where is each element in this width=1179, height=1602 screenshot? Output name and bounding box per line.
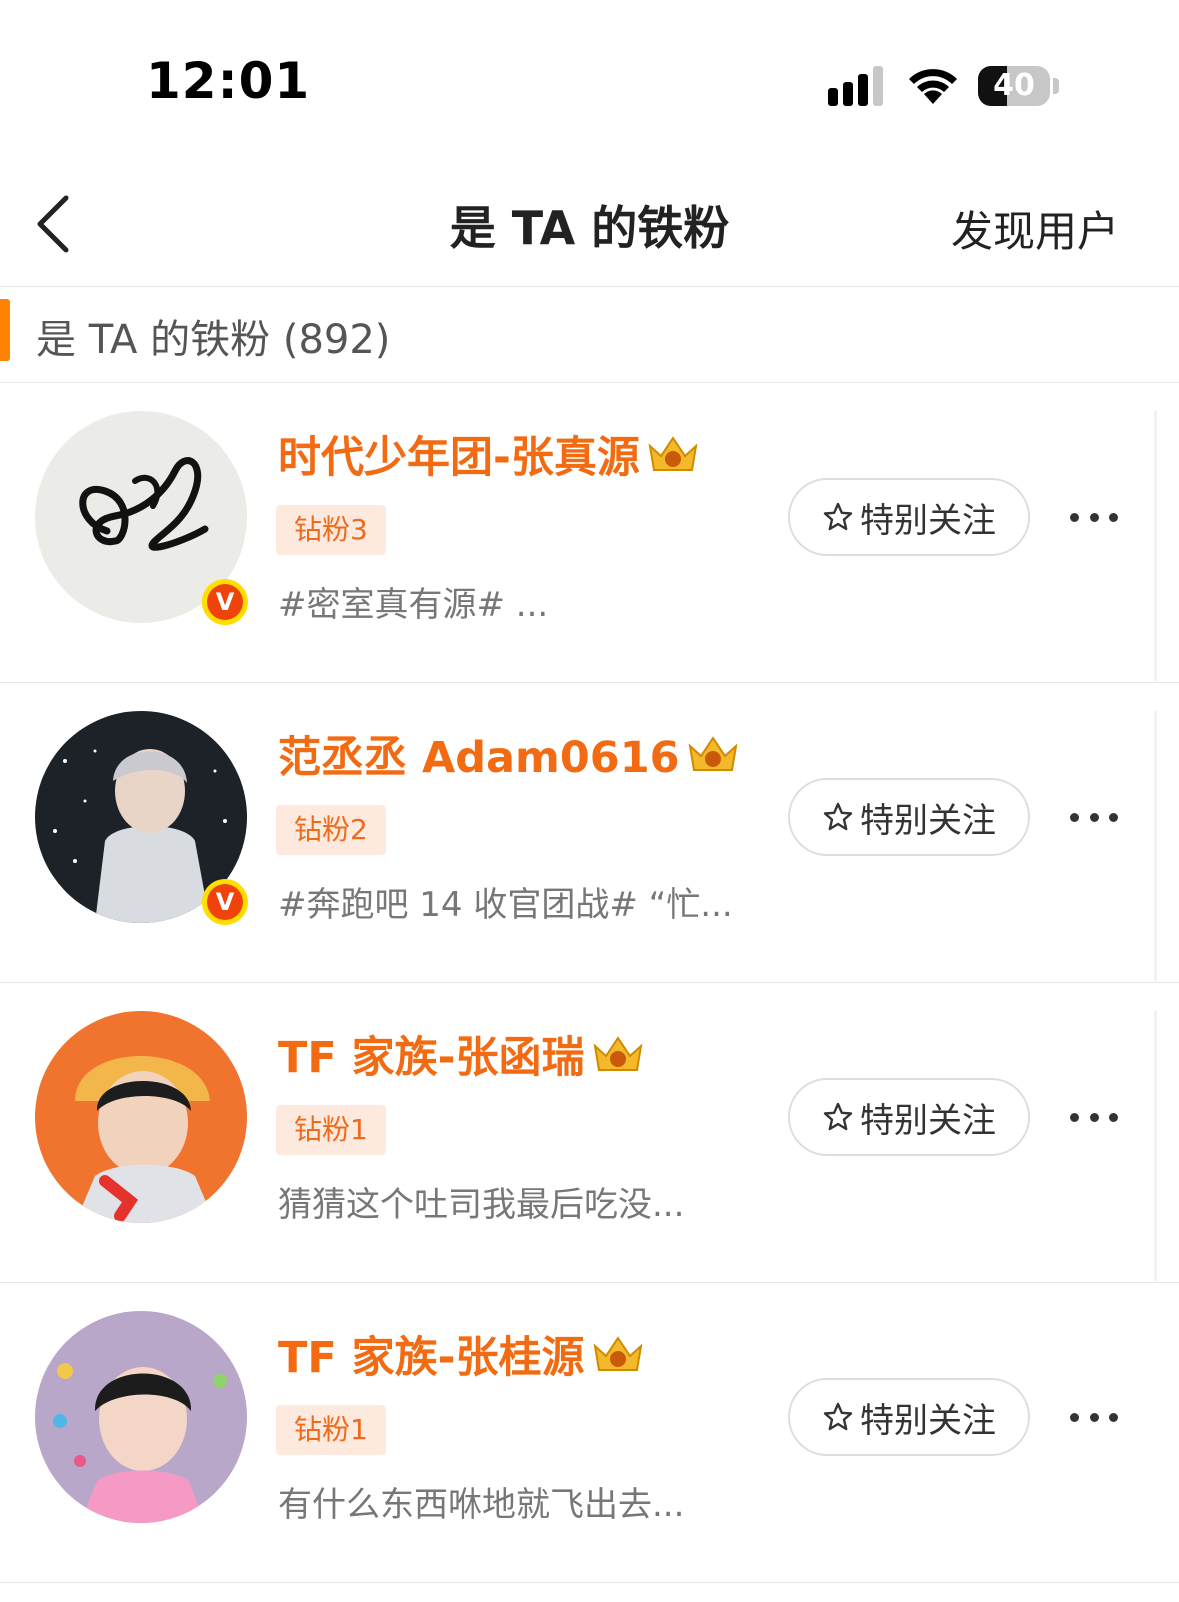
signal-icon [828,66,883,106]
more-dot [1089,1112,1099,1122]
more-dot [1070,1412,1079,1422]
verified-icon: V [207,884,243,920]
more-dot [1109,1112,1118,1122]
crown-icon [648,436,698,471]
section-accent-bar [0,299,10,361]
more-options-button[interactable] [1070,1099,1118,1135]
user-name[interactable]: TF 家族-张函瑞 [278,1023,585,1085]
avatar-image [35,1011,247,1223]
more-dot [1089,512,1099,522]
avatar[interactable] [35,1311,247,1523]
star-icon [823,1102,853,1131]
verified-badge: V [202,879,248,925]
scroll-edge [1154,411,1157,681]
crown-icon [593,1336,642,1371]
star-icon [823,502,853,531]
crown-icon [688,736,737,771]
fan-list: V 时代少年团-张真源 钻粉3 #密室真有源# ... 特别关注 V 范丞丞 A… [0,383,1179,1583]
more-dot [1070,1112,1079,1122]
name-line: TF 家族-张桂源 [278,1323,645,1385]
avatar-image [35,1311,247,1523]
user-name[interactable]: TF 家族-张桂源 [278,1323,585,1385]
special-follow-button[interactable]: 特别关注 [788,478,1030,556]
more-options-button[interactable] [1070,799,1118,835]
section-header: 是 TA 的铁粉 (892) [0,287,1179,383]
list-item[interactable]: TF 家族-张函瑞 钻粉1 猜猜这个吐司我最后吃没... 特别关注 [0,983,1179,1283]
list-item[interactable]: V 范丞丞 Adam0616 钻粉2 #奔跑吧 14 收官团战# “忙... 特… [0,683,1179,983]
name-line: TF 家族-张函瑞 [278,1023,645,1085]
verified-icon: V [207,584,243,620]
section-title: 是 TA 的铁粉 (892) [36,317,391,363]
star-icon [823,802,853,831]
battery-icon: 40 [978,66,1050,106]
more-dot [1089,812,1099,822]
user-description: #密室真有源# ... [278,585,549,625]
user-description: 猜猜这个吐司我最后吃没... [278,1185,685,1225]
name-line: 范丞丞 Adam0616 [278,723,740,785]
scroll-edge [1154,1011,1157,1281]
user-description: #奔跑吧 14 收官团战# “忙... [278,885,733,925]
special-follow-button[interactable]: 特别关注 [788,1378,1030,1456]
fan-level-badge: 钻粉1 [276,1405,386,1455]
battery-level: 40 [993,68,1035,103]
crown-icon [593,1036,642,1071]
avatar[interactable] [35,1011,247,1223]
fan-level-badge: 钻粉1 [276,1105,386,1155]
more-dot [1109,1412,1118,1422]
follow-label: 特别关注 [860,1100,996,1141]
more-options-button[interactable] [1070,1399,1118,1435]
list-item[interactable]: TF 家族-张桂源 钻粉1 有什么东西咻地就飞出去... 特别关注 [0,1283,1179,1583]
follow-label: 特别关注 [860,500,996,541]
fan-level-badge: 钻粉2 [276,805,386,855]
status-time: 12:01 [146,52,311,110]
user-description: 有什么东西咻地就飞出去... [278,1485,685,1525]
discover-users-button[interactable]: 发现用户 [951,198,1119,259]
battery-cap [1053,78,1059,94]
more-options-button[interactable] [1070,499,1118,535]
verified-badge: V [202,579,248,625]
more-dot [1089,1412,1099,1422]
more-dot [1109,812,1118,822]
list-item[interactable]: V 时代少年团-张真源 钻粉3 #密室真有源# ... 特别关注 [0,383,1179,683]
special-follow-button[interactable]: 特别关注 [788,1078,1030,1156]
scroll-edge [1154,711,1157,981]
more-dot [1070,512,1079,522]
name-line: 时代少年团-张真源 [278,423,700,485]
user-name[interactable]: 时代少年团-张真源 [278,423,640,485]
wifi-icon [909,69,957,104]
star-icon [823,1402,853,1431]
follow-label: 特别关注 [860,800,996,841]
special-follow-button[interactable]: 特别关注 [788,778,1030,856]
user-name[interactable]: 范丞丞 Adam0616 [278,723,680,785]
more-dot [1070,812,1079,822]
nav-bar: 是 TA 的铁粉 发现用户 [0,170,1179,287]
more-dot [1109,512,1118,522]
follow-label: 特别关注 [860,1400,996,1441]
fan-level-badge: 钻粉3 [276,505,386,555]
status-bar: 12:01 40 [0,0,1179,170]
